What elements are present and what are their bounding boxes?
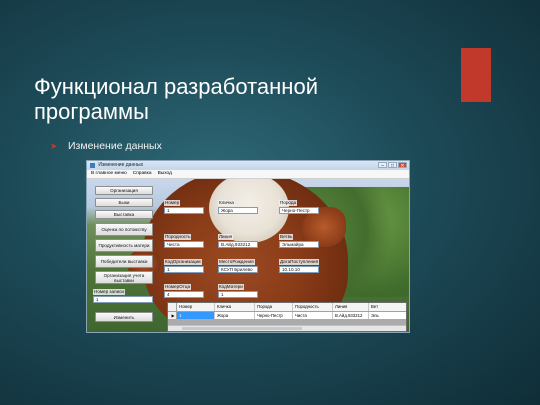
- breed-purity-field[interactable]: Чиста: [164, 241, 204, 248]
- grid-col-line[interactable]: Линия: [333, 303, 369, 311]
- branch-field[interactable]: Эльмайра: [279, 241, 319, 248]
- birthplace-label: МестоРождения: [218, 259, 255, 265]
- number-field[interactable]: 1: [164, 207, 204, 214]
- bullet-arrow-icon: ➤: [50, 140, 58, 151]
- branch-label: Ветвь: [279, 234, 294, 240]
- breed-field[interactable]: Черно-Пестр: [279, 207, 319, 214]
- father-number-field[interactable]: 4: [164, 291, 204, 298]
- slide-title: Функционал разработанной программы: [34, 74, 454, 124]
- number-label: Номер: [164, 200, 181, 206]
- breed-label: Порода: [279, 200, 298, 206]
- arrival-date-field[interactable]: 10.10.10: [279, 266, 319, 273]
- cell-number[interactable]: 1: [177, 312, 215, 319]
- bulls-button[interactable]: Быки: [95, 198, 153, 207]
- window-titlebar[interactable]: Изменение данных – □ ✕: [87, 161, 409, 170]
- mother-code-field[interactable]: 1: [218, 291, 258, 298]
- father-number-label: НомерОтца: [164, 284, 192, 290]
- menu-item-exit[interactable]: Выход: [158, 170, 172, 178]
- record-number-field[interactable]: 1: [93, 296, 153, 303]
- slide-title-line-1: Функционал разработанной: [34, 74, 318, 99]
- scrollbar-thumb[interactable]: [182, 327, 302, 330]
- cell-breed[interactable]: Черно-Пестр: [255, 312, 293, 319]
- offspring-eval-button[interactable]: Оценка по потомству: [95, 223, 153, 236]
- line-label: Линия: [218, 234, 234, 240]
- exhibition-winners-button[interactable]: Победители выставки: [95, 255, 153, 268]
- minimize-button[interactable]: –: [378, 162, 387, 169]
- row-marker-icon: ▶: [168, 312, 177, 319]
- grid-horizontal-scrollbar[interactable]: [168, 325, 406, 331]
- window-client-area: Организация Быки Выставка Оценка по пото…: [87, 179, 409, 332]
- exhibition-accounting-button[interactable]: Организация учета выставки: [95, 271, 153, 284]
- grid-col-breed[interactable]: Порода: [255, 303, 293, 311]
- cell-branch[interactable]: Эль: [369, 312, 406, 319]
- mother-productivity-button[interactable]: Продуктивность матери: [95, 239, 153, 252]
- menu-item-help[interactable]: Справка: [133, 170, 152, 178]
- cell-nickname[interactable]: Жора: [215, 312, 255, 319]
- accent-bar: [461, 48, 491, 102]
- maximize-button[interactable]: □: [388, 162, 397, 169]
- grid-col-nickname[interactable]: Кличка: [215, 303, 255, 311]
- data-grid: Номер Кличка Порода Породность Линия Вет…: [167, 302, 407, 332]
- grid-corner: [168, 303, 177, 311]
- cell-purity[interactable]: Чиста: [293, 312, 333, 319]
- line-field[interactable]: В.Айд.933212: [218, 241, 258, 248]
- table-row[interactable]: ▶ 1 Жора Черно-Пестр Чиста В.Айд.933212 …: [168, 312, 406, 319]
- change-button[interactable]: Изменить: [95, 312, 153, 322]
- close-button[interactable]: ✕: [398, 162, 407, 169]
- app-window: Изменение данных – □ ✕ В главное меню Сп…: [86, 160, 410, 333]
- nickname-label: Кличка: [218, 200, 235, 206]
- app-icon: [90, 163, 95, 168]
- record-number-label: Номер записи: [93, 289, 125, 295]
- mother-code-label: КодМатери: [218, 284, 244, 290]
- cell-line[interactable]: В.Айд.933212: [333, 312, 369, 319]
- nickname-field[interactable]: Жора: [218, 207, 258, 214]
- exhibition-button[interactable]: Выставка: [95, 210, 153, 219]
- window-controls: – □ ✕: [378, 162, 407, 169]
- slide-title-line-2: программы: [34, 99, 149, 124]
- org-code-field[interactable]: 1: [164, 266, 204, 273]
- birthplace-field[interactable]: КСУП Брилево: [218, 266, 258, 273]
- menu-bar: В главное меню Справка Выход: [87, 170, 409, 179]
- bullet-item: ➤ Изменение данных: [50, 140, 162, 152]
- grid-col-number[interactable]: Номер: [177, 303, 215, 311]
- breed-purity-label: Породность: [164, 234, 192, 240]
- grid-col-purity[interactable]: Породность: [293, 303, 333, 311]
- arrival-date-label: ДатаПоступления: [279, 259, 320, 265]
- bullet-text: Изменение данных: [68, 140, 162, 152]
- menu-item-main[interactable]: В главное меню: [91, 170, 127, 178]
- grid-col-branch[interactable]: Вет: [369, 303, 406, 311]
- org-code-label: КодОрганизации: [164, 259, 202, 265]
- window-title: Изменение данных: [98, 162, 144, 168]
- org-button[interactable]: Организация: [95, 186, 153, 195]
- grid-header: Номер Кличка Порода Породность Линия Вет: [168, 303, 406, 312]
